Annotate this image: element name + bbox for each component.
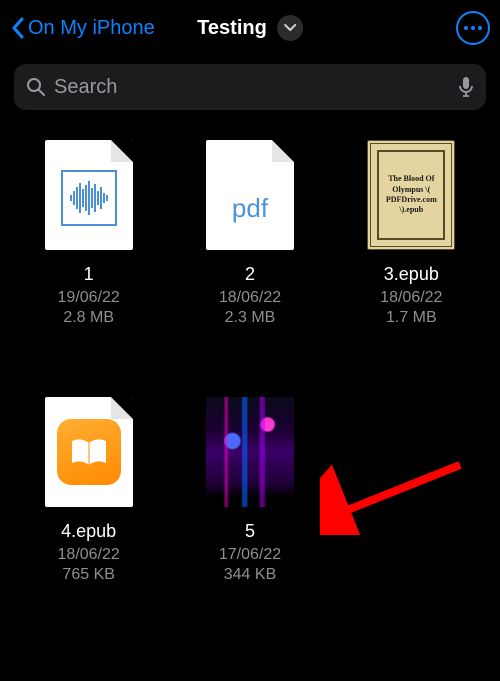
title-menu-button[interactable] — [277, 15, 303, 41]
file-size: 1.7 MB — [341, 309, 482, 327]
search-input[interactable] — [54, 76, 458, 99]
file-thumbnail-pdf: pdf — [206, 140, 294, 250]
file-item[interactable]: The Blood Of Olympus \( PDFDrive.com \).… — [341, 140, 482, 327]
file-date: 18/06/22 — [341, 289, 482, 307]
file-item[interactable]: pdf 2 18/06/22 2.3 MB — [179, 140, 320, 327]
file-thumbnail-image — [206, 397, 294, 507]
file-grid: 1 19/06/22 2.8 MB pdf 2 18/06/22 2.3 MB … — [0, 110, 500, 584]
more-options-button[interactable] — [456, 11, 490, 45]
file-date: 17/06/22 — [179, 546, 320, 564]
back-button[interactable]: On My iPhone — [10, 16, 155, 40]
file-size: 765 KB — [18, 566, 159, 584]
chevron-left-icon — [10, 16, 26, 40]
header-bar: On My iPhone Testing — [0, 0, 500, 56]
file-name: 2 — [179, 264, 320, 285]
file-thumbnail-ibooks — [45, 397, 133, 507]
search-bar[interactable] — [14, 64, 486, 110]
ellipsis-icon — [464, 26, 482, 30]
file-size: 344 KB — [179, 566, 320, 584]
ibooks-icon — [57, 419, 121, 485]
file-date: 19/06/22 — [18, 289, 159, 307]
file-name: 5 — [179, 521, 320, 542]
file-size: 2.8 MB — [18, 309, 159, 327]
file-thumbnail-book-cover: The Blood Of Olympus \( PDFDrive.com \).… — [367, 140, 455, 250]
file-date: 18/06/22 — [18, 546, 159, 564]
pdf-icon: pdf — [206, 193, 294, 224]
folder-title-group[interactable]: Testing — [197, 15, 303, 41]
folder-title: Testing — [197, 17, 267, 40]
file-size: 2.3 MB — [179, 309, 320, 327]
file-thumbnail-audio — [45, 140, 133, 250]
file-item[interactable]: 5 17/06/22 344 KB — [179, 397, 320, 584]
file-item[interactable]: 1 19/06/22 2.8 MB — [18, 140, 159, 327]
search-icon — [26, 77, 46, 97]
file-name: 3.epub — [341, 264, 482, 285]
file-name: 1 — [18, 264, 159, 285]
file-item[interactable]: 4.epub 18/06/22 765 KB — [18, 397, 159, 584]
book-cover-text: The Blood Of Olympus \( PDFDrive.com \).… — [377, 150, 445, 240]
chevron-down-icon — [284, 24, 296, 32]
back-label: On My iPhone — [28, 17, 155, 40]
file-name: 4.epub — [18, 521, 159, 542]
microphone-icon[interactable] — [458, 76, 474, 98]
file-date: 18/06/22 — [179, 289, 320, 307]
audio-waveform-icon — [61, 170, 117, 226]
